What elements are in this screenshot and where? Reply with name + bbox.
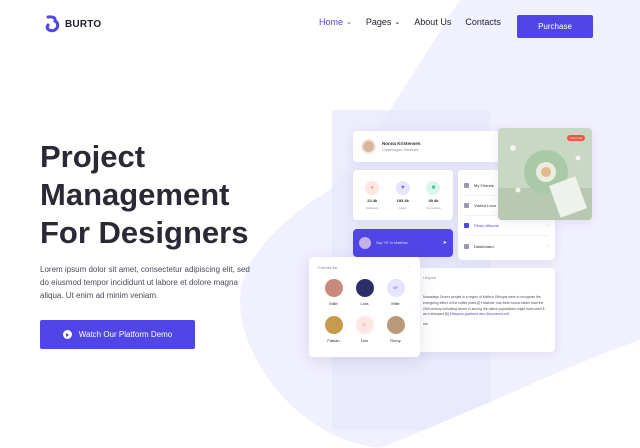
stats-card: ● 22.4k Followers ♥ 193.4k Likes ■ 49.4k… <box>353 170 453 220</box>
avatar <box>386 316 405 334</box>
post-header: l expert <box>423 275 437 280</box>
photo-card[interactable]: Live now <box>498 128 592 220</box>
hero-title-line: For Designers <box>40 215 249 250</box>
stat-value: 193.4k <box>396 197 409 203</box>
more-icon[interactable]: ⋯ <box>406 264 411 270</box>
purchase-button[interactable]: Purchase <box>517 15 593 38</box>
post-link[interactable]: Ethiopian goatherd who discovered coff <box>450 312 509 316</box>
stat-label: Likes <box>399 205 407 210</box>
avatar: MF <box>386 279 405 297</box>
friend-item[interactable]: Fabian <box>318 316 349 343</box>
location-icon <box>464 203 469 208</box>
photo-icon <box>464 223 469 228</box>
profile-location: Copenhagen, Denmark <box>382 148 419 152</box>
friends-list-title: Friends list <box>318 265 338 270</box>
menu-item-label: Photo Albums <box>474 223 499 228</box>
watch-demo-label: Watch Our Platform Demo <box>78 330 173 339</box>
avatar <box>361 139 376 154</box>
brand-logo[interactable]: BURTO <box>45 15 101 33</box>
stat-followers: ● 22.4k Followers <box>365 180 380 210</box>
say-hi-text: Say "Hi" to Matthias <box>376 241 408 245</box>
hero-description: Lorem ipsum dolor sit amet, consectetur … <box>40 265 250 300</box>
friend-item[interactable]: Mille <box>318 279 349 306</box>
friends-icon <box>464 183 469 188</box>
dashboard-icon <box>464 243 469 249</box>
post-card: l expert Nowadays Oromo people in a regi… <box>415 268 555 352</box>
friend-item[interactable]: Romy <box>380 316 411 343</box>
hero-background-shape <box>240 0 640 448</box>
logo-mark-icon <box>45 15 60 33</box>
hero-title-line: Management <box>40 177 230 212</box>
stat-value: 49.4k <box>428 197 439 203</box>
hero-title: Project Management For Designers <box>40 138 280 252</box>
stat-likes: ♥ 193.4k Likes <box>395 180 410 210</box>
avatar <box>355 279 374 297</box>
hero-title-line: Project <box>40 139 146 174</box>
post-text: Nowadays Oromo people in a region of Kaf… <box>423 295 548 328</box>
profile-name: Nonna Kristensen <box>382 141 421 146</box>
user-icon: ● <box>365 180 380 195</box>
nav-item-label: Home <box>319 17 344 27</box>
stat-label: Followers <box>365 205 379 210</box>
friend-name: Lora <box>360 301 369 306</box>
friend-name: Mille <box>329 301 338 306</box>
avatar <box>324 316 343 334</box>
send-icon[interactable]: ➤ <box>443 240 447 246</box>
chat-icon: ■ <box>426 180 441 195</box>
chevron-right-icon: › <box>547 243 549 249</box>
friend-item[interactable]: Lora <box>349 279 380 306</box>
main-nav: Home ⌄ Pages ⌄ About Us Contacts <box>319 17 501 27</box>
watch-demo-button[interactable]: Watch Our Platform Demo <box>40 320 195 349</box>
friend-name: Fabian <box>327 338 340 343</box>
nav-item-about-us[interactable]: About Us <box>414 17 451 27</box>
menu-item-label: Dashboard <box>474 243 494 249</box>
avatar <box>359 237 371 249</box>
friend-name: Luis <box>360 338 369 343</box>
post-footer: ore <box>423 322 428 327</box>
friend-item[interactable]: LF Luis <box>349 316 380 343</box>
friend-name: Romy <box>390 338 401 343</box>
nav-item-home[interactable]: Home ⌄ <box>319 17 352 27</box>
friend-name: Mille <box>391 301 400 306</box>
avatar <box>324 279 343 297</box>
say-hi-card[interactable]: Say "Hi" to Matthias ➤ <box>353 229 453 257</box>
stat-value: 22.4k <box>367 197 378 203</box>
chevron-down-icon: ⌄ <box>346 19 352 26</box>
brand-name: BURTO <box>65 18 102 30</box>
heart-icon: ♥ <box>395 180 410 195</box>
friend-item[interactable]: MF Mille <box>380 279 411 306</box>
chevron-right-icon: › <box>547 222 549 229</box>
profile-card: Nonna Kristensen Copenhagen, Denmark <box>353 131 508 162</box>
chevron-down-icon: ⌄ <box>394 19 401 26</box>
stat-comments: ■ 49.4k Comments <box>426 180 441 210</box>
play-icon <box>62 330 72 339</box>
nav-item-label: Contacts <box>465 17 501 27</box>
menu-item-label: My Friends <box>474 183 494 188</box>
nav-item-label: About Us <box>414 17 452 27</box>
stat-label: Comments <box>426 205 441 210</box>
nav-item-contacts[interactable]: Contacts <box>465 17 501 27</box>
menu-item-dashboard[interactable]: Dashboard › <box>464 236 549 256</box>
photo-image <box>498 128 592 220</box>
nav-item-pages[interactable]: Pages ⌄ <box>366 17 400 27</box>
avatar: LF <box>355 316 374 334</box>
nav-item-label: Pages <box>365 17 392 27</box>
menu-item-label: Visited Loca <box>474 203 496 208</box>
live-badge: Live now <box>567 135 585 141</box>
friends-list-card: Friends list ⋯ Mille Lora MF Mille Fabia… <box>309 257 420 357</box>
